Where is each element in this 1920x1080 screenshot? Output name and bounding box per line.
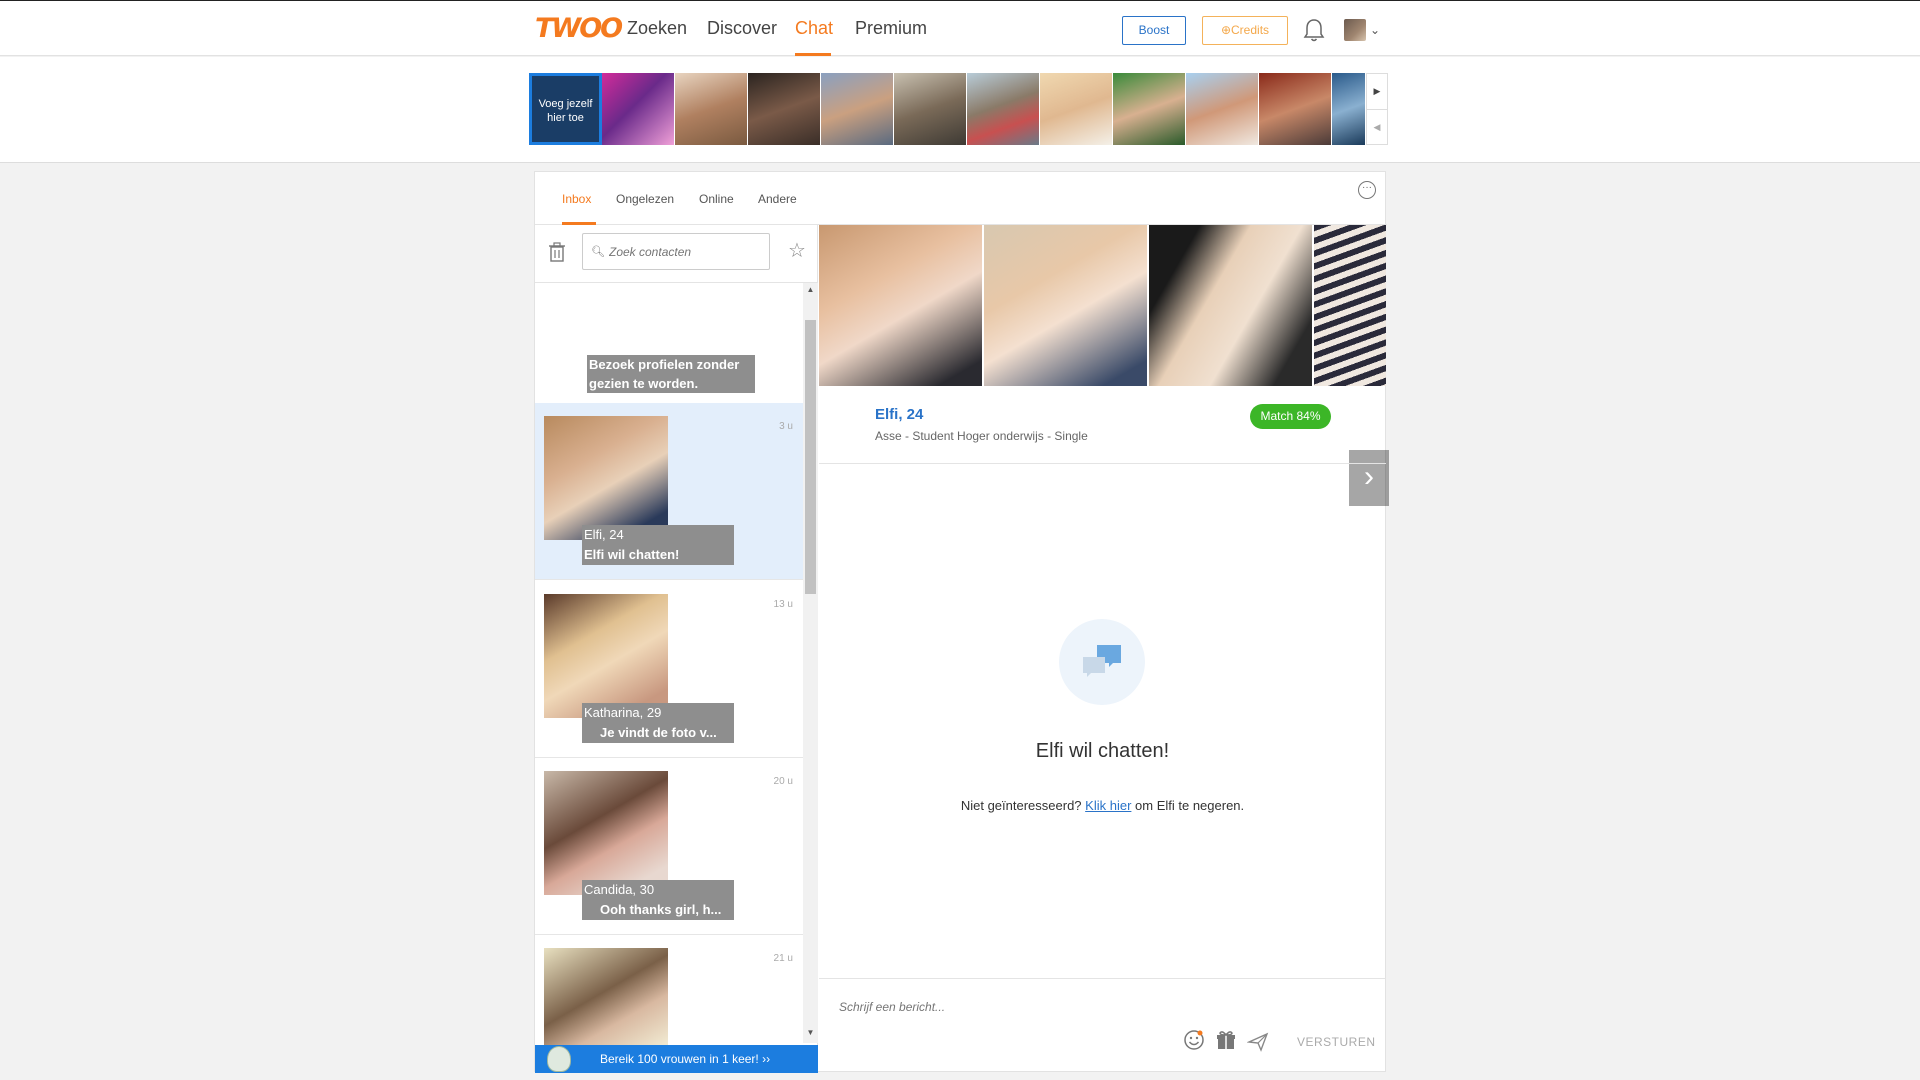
spotlight-thumb[interactable]	[894, 73, 966, 145]
contact-message: Elfi wil chatten!	[584, 547, 680, 562]
nav-discover[interactable]: Discover	[707, 18, 777, 39]
contact-scrollbar[interactable]: ▲ ▼	[803, 283, 818, 1043]
tab-inbox[interactable]: Inbox	[562, 192, 591, 206]
more-options-icon[interactable]: ···	[1358, 181, 1376, 199]
contact-time: 3 u	[779, 421, 793, 432]
star-icon[interactable]: ☆	[788, 238, 806, 263]
top-navigation: TWOO Zoeken Discover Chat Premium Boost …	[0, 0, 1920, 56]
emoji-icon[interactable]	[1183, 1029, 1205, 1051]
list-item[interactable]: 20 u Candida, 30 Ooh thanks girl, h...	[535, 758, 803, 935]
spotlight-thumb[interactable]	[1113, 73, 1185, 145]
strip-prev-icon[interactable]: ◀	[1367, 109, 1387, 144]
potion-icon	[547, 1046, 571, 1072]
contact-column: 🔍︎ ☆ Bezoek profielen zonder gezien te w…	[535, 225, 818, 1073]
profile-details: Asse - Student Hoger onderwijs - Single	[875, 429, 1088, 443]
promo-banner[interactable]: Bezoek profielen zonder gezien te worden…	[535, 283, 803, 403]
reach-women-banner[interactable]: Bereik 100 vrouwen in 1 keer! ››	[535, 1045, 818, 1073]
scroll-thumb[interactable]	[805, 320, 816, 594]
chevron-down-icon[interactable]: ⌄	[1370, 23, 1380, 37]
contact-search[interactable]: 🔍︎	[582, 233, 770, 270]
twoo-logo[interactable]: TWOO	[535, 13, 623, 44]
search-input[interactable]	[609, 243, 759, 261]
spotlight-thumb[interactable]	[602, 73, 674, 145]
spotlight-thumb[interactable]	[1332, 73, 1365, 145]
chat-empty-title: Elfi wil chatten!	[1035, 740, 1170, 762]
nav-chat[interactable]: Chat	[795, 18, 833, 39]
gift-icon[interactable]	[1215, 1029, 1237, 1051]
profile-photo[interactable]	[819, 225, 982, 386]
nav-zoeken[interactable]: Zoeken	[627, 18, 687, 39]
bell-icon[interactable]	[1302, 17, 1326, 43]
credits-label: Credits	[1231, 23, 1270, 37]
scroll-up-icon[interactable]: ▲	[803, 285, 818, 294]
send-icon[interactable]	[1247, 1031, 1269, 1053]
contact-time: 13 u	[773, 599, 793, 610]
contact-time: 21 u	[773, 953, 793, 964]
contact-label: Elfi, 24 Elfi wil chatten!	[582, 525, 734, 565]
ignore-link[interactable]: Klik hier	[1085, 798, 1131, 813]
contact-toolbar: 🔍︎ ☆	[535, 225, 818, 283]
add-yourself-button[interactable]: Voeg jezelf hier toe	[529, 73, 602, 145]
nav-premium[interactable]: Premium	[855, 18, 927, 39]
ignore-text-before: Niet geïnteresseerd?	[960, 798, 1082, 813]
chat-empty-state: Elfi wil chatten! Niet geïnteresseerd? K…	[819, 464, 1386, 978]
credits-button[interactable]: ⊕Credits	[1202, 16, 1288, 45]
contact-label: Candida, 30 Ooh thanks girl, h...	[582, 880, 734, 920]
spotlight-thumb[interactable]	[1040, 73, 1112, 145]
chat-bubbles-icon	[1059, 619, 1145, 705]
strip-navigation: ▶ ◀	[1366, 73, 1388, 145]
list-item[interactable]: 13 u Katharina, 29 Je vindt de foto v...	[535, 581, 803, 758]
tab-ongelezen[interactable]: Ongelezen	[616, 192, 674, 206]
search-icon: 🔍︎	[591, 246, 605, 258]
spotlight-thumb[interactable]	[1186, 73, 1258, 145]
ignore-text-after: om Elfi te negeren.	[1135, 798, 1245, 813]
spotlight-thumb[interactable]	[821, 73, 893, 145]
contact-name: Katharina, 29	[584, 705, 662, 720]
message-input[interactable]	[839, 997, 1239, 1017]
profile-name[interactable]: Elfi, 24	[875, 406, 923, 423]
nav-active-indicator	[795, 53, 831, 56]
strip-next-icon[interactable]: ▶	[1367, 74, 1387, 109]
contact-list: Bezoek profielen zonder gezien te worden…	[535, 283, 803, 1073]
contact-message: Ooh thanks girl, h...	[600, 902, 722, 917]
ignore-prompt: Niet geïnteresseerd? Klik hier om Elfi t…	[819, 798, 1386, 813]
match-badge: Match 84%	[1250, 404, 1331, 429]
message-composer: VERSTUREN	[819, 978, 1386, 1073]
credit-coin-icon: ⊕	[1220, 23, 1232, 37]
contact-label: Katharina, 29 Je vindt de foto v...	[582, 703, 734, 743]
user-avatar[interactable]	[1344, 19, 1366, 41]
profile-photos	[819, 225, 1386, 386]
spotlight-thumbnails	[529, 73, 1365, 145]
contact-name: Elfi, 24	[584, 527, 624, 542]
spotlight-thumb[interactable]	[967, 73, 1039, 145]
promo-text: Bezoek profielen zonder gezien te worden…	[587, 355, 755, 393]
spotlight-thumb[interactable]	[1259, 73, 1331, 145]
contact-message: Je vindt de foto v...	[600, 725, 717, 740]
tab-online[interactable]: Online	[699, 192, 734, 206]
contact-photo	[544, 594, 668, 718]
list-item[interactable]: 3 u Elfi, 24 Elfi wil chatten!	[535, 403, 803, 580]
contact-photo	[544, 771, 668, 895]
boost-button[interactable]: Boost	[1122, 16, 1186, 45]
scroll-down-icon[interactable]: ▼	[803, 1028, 818, 1037]
send-button[interactable]: VERSTUREN	[1297, 1035, 1376, 1049]
contact-name: Candida, 30	[584, 882, 655, 897]
tab-andere[interactable]: Andere	[758, 192, 797, 206]
profile-photo[interactable]	[984, 225, 1147, 386]
profile-photo[interactable]	[1149, 225, 1312, 386]
contact-time: 20 u	[773, 776, 793, 787]
contact-photo	[544, 416, 668, 540]
profile-photo[interactable]	[1314, 225, 1386, 386]
reach-text: Bereik 100 vrouwen in 1 keer! ››	[600, 1052, 771, 1066]
trash-icon[interactable]	[548, 242, 566, 262]
spotlight-thumb[interactable]	[675, 73, 747, 145]
spotlight-thumb[interactable]	[748, 73, 820, 145]
chat-panel: Inbox Ongelezen Online Andere ··· 🔍︎ ☆ B…	[534, 171, 1389, 1073]
inbox-tabs: Inbox Ongelezen Online Andere ···	[535, 172, 1387, 225]
profile-info: Elfi, 24 Asse - Student Hoger onderwijs …	[819, 386, 1386, 464]
